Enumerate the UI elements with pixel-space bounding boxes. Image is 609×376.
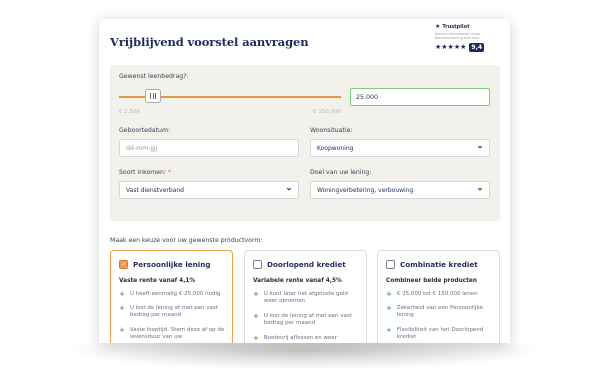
product-option-combinatie-krediet[interactable]: Combinatie krediet Combineer beide produ…	[377, 250, 500, 343]
product-subtitle: Variabele rente vanaf 4,5%	[253, 278, 342, 284]
product-option-persoonlijke-lening[interactable]: ✓ Persoonlijke lening Vaste rente vanaf …	[110, 250, 233, 343]
rating-stars-icon: ★★★★★	[435, 42, 467, 51]
product-subtitle: Vaste rente vanaf 4,1%	[119, 278, 196, 284]
product-checkbox[interactable]: ✓	[119, 260, 128, 269]
product-prompt: Maak een keuze voor uw gewenste productv…	[110, 237, 263, 244]
feature-item: + U heeft eenmalig € 25.000 nodig	[119, 290, 221, 298]
plus-icon: +	[253, 312, 259, 320]
product-title: Persoonlijke lening	[133, 260, 211, 269]
check-icon: ✓	[120, 260, 127, 268]
housing-label: Woonsituatie:	[310, 127, 353, 134]
plus-icon: +	[119, 326, 125, 334]
slider-min-label: € 2.500	[119, 109, 140, 115]
income-value: Vast dienstverband	[126, 187, 184, 194]
product-option-doorlopend-krediet[interactable]: Doorlopend krediet Variabele rente vanaf…	[244, 250, 367, 343]
plus-icon: +	[386, 304, 392, 312]
chevron-down-icon	[477, 187, 483, 191]
plus-icon: +	[386, 326, 392, 334]
plus-icon: +	[253, 334, 259, 342]
product-subtitle: Combineer beide producten	[386, 278, 477, 284]
purpose-label: Doel van uw lening:	[310, 169, 372, 176]
birthdate-label: Geboortedatum:	[119, 127, 171, 134]
feature-item: + Zekerheid van een Persoonlijke lening	[386, 304, 483, 319]
feature-item: + Boetevrij aflossen en weer	[253, 334, 337, 342]
required-marker: *	[168, 169, 172, 176]
loan-form-panel: Gewenst leenbedrag?: € 2.500 € 150.000 2…	[110, 65, 500, 221]
chevron-down-icon	[286, 187, 292, 191]
rating-score-badge: 9,4	[469, 42, 485, 52]
birthdate-placeholder: dd-mm-jjjj	[126, 145, 158, 152]
plus-icon: +	[386, 290, 392, 298]
feature-item: + Flexibiliteit van het Doorlopend kredie…	[386, 326, 484, 341]
plus-icon: +	[253, 290, 259, 298]
product-checkbox[interactable]	[253, 260, 262, 269]
feature-item: + U kunt later het afgeloste geld weer op…	[253, 290, 348, 305]
trustpilot-star-icon: ★	[435, 23, 441, 30]
feature-item: + U lost de lening af met een vast bedrag…	[253, 312, 352, 327]
birthdate-input[interactable]: dd-mm-jjjj	[119, 139, 299, 157]
slider-max-label: € 150.000	[313, 109, 341, 115]
housing-select[interactable]: Koopwoning	[310, 139, 490, 157]
page-title: Vrijblijvend voorstel aanvragen	[110, 35, 309, 49]
amount-input[interactable]: 25.000	[350, 88, 490, 106]
housing-value: Koopwoning	[317, 145, 354, 152]
purpose-select[interactable]: Woningverbetering, verbouwing	[310, 181, 490, 199]
feature-item: + U lost de lening af met een vast bedrag…	[119, 304, 218, 319]
trustpilot-brand: Trustpilot	[442, 24, 470, 30]
chevron-down-icon	[477, 145, 483, 149]
trustpilot-subtext: Klanten beoordelen onze dienstverlening …	[435, 32, 480, 41]
trustpilot-widget[interactable]: ★ Trustpilot Klanten beoordelen onze die…	[435, 24, 503, 52]
plus-icon: +	[119, 304, 125, 312]
purpose-value: Woningverbetering, verbouwing	[317, 187, 414, 194]
amount-slider-handle[interactable]	[145, 89, 162, 103]
feature-item: + Vaste looptijd. Stem deze af op de leve…	[119, 326, 225, 341]
proposal-card: Vrijblijvend voorstel aanvragen ★ Trustp…	[99, 19, 510, 343]
amount-label: Gewenst leenbedrag?:	[119, 73, 189, 80]
feature-item: + € 25.000 tot € 150.000 lenen	[386, 290, 478, 298]
product-checkbox[interactable]	[386, 260, 395, 269]
plus-icon: +	[119, 290, 125, 298]
product-title: Doorlopend krediet	[267, 260, 346, 269]
income-select[interactable]: Vast dienstverband	[119, 181, 299, 199]
product-title: Combinatie krediet	[400, 260, 478, 269]
income-label: Soort inkomen: *	[119, 169, 172, 176]
